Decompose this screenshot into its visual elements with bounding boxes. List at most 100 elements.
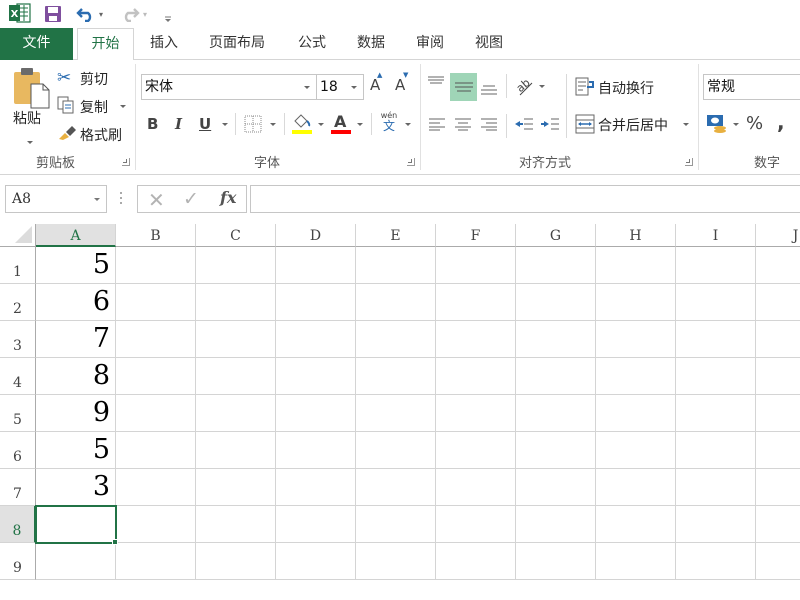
merge-center-button[interactable]: 合并后居中 (575, 113, 693, 135)
cell-j9[interactable] (756, 543, 800, 580)
cell-i4[interactable] (676, 358, 756, 395)
cell-f5[interactable] (436, 395, 516, 432)
tab-view[interactable]: 视图 (465, 28, 513, 60)
cell-c1[interactable] (196, 247, 276, 284)
tab-insert[interactable]: 插入 (140, 28, 188, 60)
cell-c3[interactable] (196, 321, 276, 358)
cell-f4[interactable] (436, 358, 516, 395)
cell-f3[interactable] (436, 321, 516, 358)
cell-b2[interactable] (116, 284, 196, 321)
cell-f6[interactable] (436, 432, 516, 469)
underline-dropdown-icon[interactable] (222, 123, 228, 126)
customize-qat-icon[interactable] (164, 8, 172, 30)
insert-function-icon[interactable]: fx (220, 188, 236, 207)
cell-d7[interactable] (276, 469, 356, 506)
paste-button[interactable]: 粘贴 (12, 66, 52, 144)
bold-button[interactable]: B (147, 115, 158, 133)
cell-h3[interactable] (596, 321, 676, 358)
cell-c9[interactable] (196, 543, 276, 580)
cell-d5[interactable] (276, 395, 356, 432)
cell-f1[interactable] (436, 247, 516, 284)
cell-j4[interactable] (756, 358, 800, 395)
name-box[interactable]: A8 (5, 185, 107, 213)
cell-a7[interactable]: 3 (36, 469, 116, 506)
cell-h2[interactable] (596, 284, 676, 321)
row-header-7[interactable]: 7 (0, 469, 36, 506)
italic-button[interactable]: I (175, 115, 182, 133)
undo-dropdown-icon[interactable]: ▾ (99, 10, 103, 19)
cell-h1[interactable] (596, 247, 676, 284)
cell-e1[interactable] (356, 247, 436, 284)
row-header-9[interactable]: 9 (0, 543, 36, 580)
cell-i8[interactable] (676, 506, 756, 543)
cell-a6[interactable]: 5 (36, 432, 116, 469)
cell-j5[interactable] (756, 395, 800, 432)
column-header-a[interactable]: A (36, 224, 116, 247)
column-header-i[interactable]: I (676, 224, 756, 247)
cell-e6[interactable] (356, 432, 436, 469)
cell-i9[interactable] (676, 543, 756, 580)
cell-c2[interactable] (196, 284, 276, 321)
copy-dropdown-icon[interactable] (120, 105, 126, 108)
cell-g9[interactable] (516, 543, 596, 580)
font-color-dropdown-icon[interactable] (357, 123, 363, 126)
font-size-dropdown[interactable]: 18 (316, 74, 364, 100)
cell-g8[interactable] (516, 506, 596, 543)
increase-indent-icon[interactable] (540, 117, 560, 131)
cell-h8[interactable] (596, 506, 676, 543)
align-center-icon[interactable] (454, 117, 472, 131)
cell-h5[interactable] (596, 395, 676, 432)
enter-icon[interactable]: ✓ (183, 188, 199, 210)
tab-data[interactable]: 数据 (347, 28, 395, 60)
cell-j1[interactable] (756, 247, 800, 284)
chevron-down-icon[interactable] (94, 198, 100, 201)
cell-b6[interactable] (116, 432, 196, 469)
fill-color-button[interactable] (291, 112, 313, 136)
cell-e4[interactable] (356, 358, 436, 395)
tab-review[interactable]: 审阅 (406, 28, 454, 60)
cell-a8[interactable] (36, 506, 116, 543)
column-header-e[interactable]: E (356, 224, 436, 247)
cell-d3[interactable] (276, 321, 356, 358)
cancel-icon[interactable]: ✕ (148, 188, 165, 212)
borders-icon[interactable] (244, 115, 262, 133)
phonetic-dropdown-icon[interactable] (405, 123, 411, 126)
percent-style-button[interactable]: % (746, 113, 763, 134)
cell-g2[interactable] (516, 284, 596, 321)
clipboard-launcher-icon[interactable] (122, 158, 130, 166)
cell-d1[interactable] (276, 247, 356, 284)
formula-bar-resize-handle[interactable] (120, 192, 123, 206)
cell-i2[interactable] (676, 284, 756, 321)
comma-style-button[interactable]: , (777, 110, 785, 134)
column-header-j[interactable]: J (756, 224, 800, 247)
cell-f2[interactable] (436, 284, 516, 321)
column-header-b[interactable]: B (116, 224, 196, 247)
cell-j6[interactable] (756, 432, 800, 469)
tab-formulas[interactable]: 公式 (288, 28, 336, 60)
undo-icon[interactable]: ▾ (76, 3, 103, 25)
cell-a1[interactable]: 5 (36, 247, 116, 284)
number-format-dropdown[interactable]: 常规 (703, 74, 800, 100)
cell-d4[interactable] (276, 358, 356, 395)
accounting-dropdown-icon[interactable] (733, 123, 739, 126)
row-header-1[interactable]: 1 (0, 247, 36, 284)
tab-file[interactable]: 文件 (0, 28, 73, 60)
cell-c4[interactable] (196, 358, 276, 395)
column-header-f[interactable]: F (436, 224, 516, 247)
cell-c8[interactable] (196, 506, 276, 543)
cell-a3[interactable]: 7 (36, 321, 116, 358)
row-header-3[interactable]: 3 (0, 321, 36, 358)
cell-f8[interactable] (436, 506, 516, 543)
cell-c7[interactable] (196, 469, 276, 506)
row-header-2[interactable]: 2 (0, 284, 36, 321)
column-header-d[interactable]: D (276, 224, 356, 247)
grow-font-button[interactable]: A ▲ (370, 71, 386, 96)
cell-e2[interactable] (356, 284, 436, 321)
cell-h9[interactable] (596, 543, 676, 580)
tab-page-layout[interactable]: 页面布局 (198, 28, 276, 60)
fill-handle[interactable] (112, 539, 118, 545)
row-header-4[interactable]: 4 (0, 358, 36, 395)
cell-j3[interactable] (756, 321, 800, 358)
underline-button[interactable]: U (199, 115, 211, 133)
cell-e5[interactable] (356, 395, 436, 432)
